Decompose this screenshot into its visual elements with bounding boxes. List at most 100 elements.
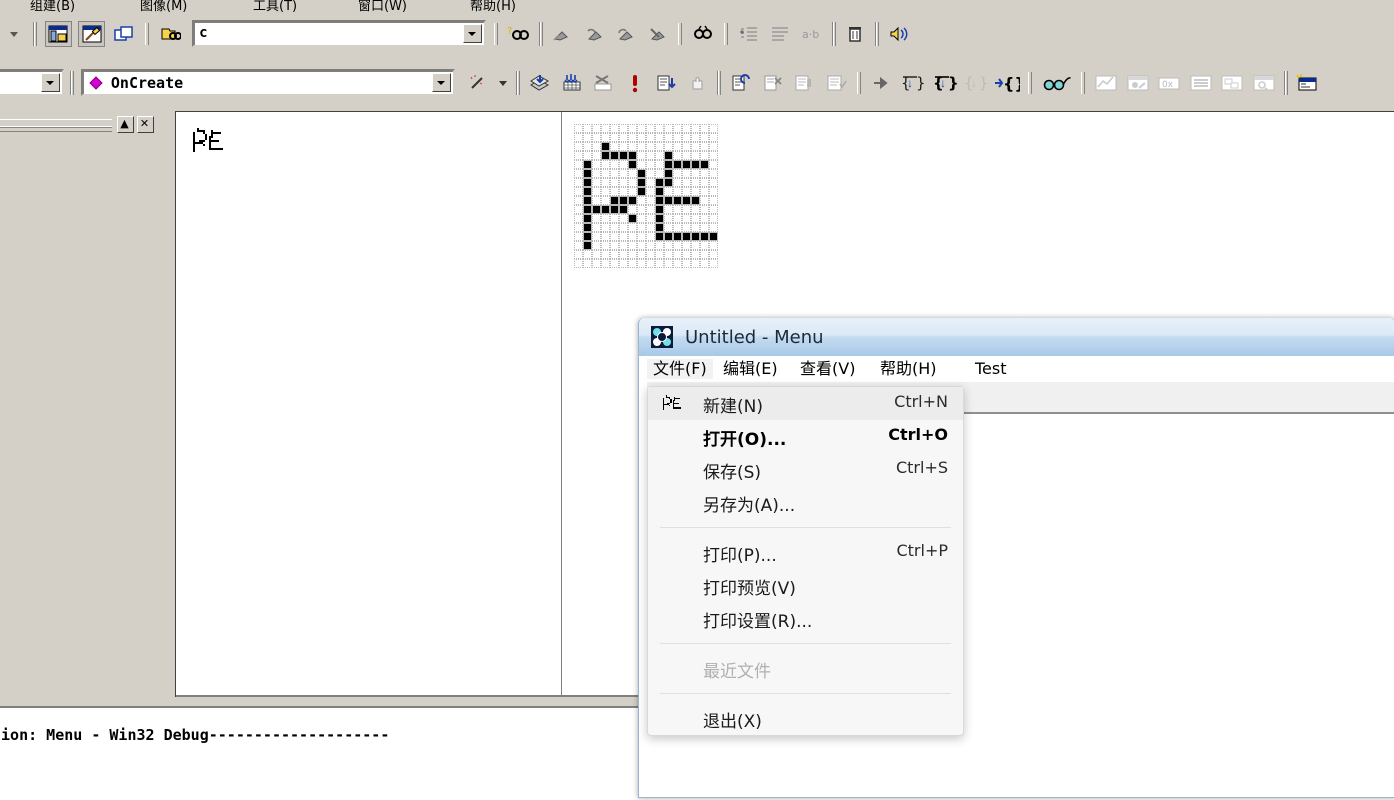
bitmap-pixel-off[interactable] [664, 124, 673, 133]
ide-menu-item-4[interactable]: 帮助(H) [470, 0, 516, 14]
bitmap-pixel-off[interactable] [583, 124, 592, 133]
bitmap-pixel-off[interactable] [646, 250, 655, 259]
bitmap-pixel-off[interactable] [682, 178, 691, 187]
registers-window-icon[interactable]: 0x [1157, 71, 1182, 95]
bitmap-pixel-off[interactable] [646, 205, 655, 214]
bitmap-pixel-off[interactable] [691, 178, 700, 187]
memory-window-icon[interactable] [1188, 71, 1213, 95]
bitmap-pixel-on[interactable] [610, 151, 619, 160]
bitmap-pixel-off[interactable] [691, 187, 700, 196]
bitmap-pixel-off[interactable] [592, 223, 601, 232]
bitmap-pixel-off[interactable] [682, 187, 691, 196]
bitmap-pixel-off[interactable] [646, 223, 655, 232]
outdent-icon[interactable] [768, 22, 793, 46]
bitmap-pixel-off[interactable] [709, 142, 718, 151]
bitmap-pixel-off[interactable] [574, 259, 583, 268]
bitmap-pixel-on[interactable] [610, 205, 619, 214]
clear-bookmarks-icon[interactable] [644, 22, 669, 46]
bitmap-pixel-off[interactable] [709, 205, 718, 214]
bitmap-pixel-on[interactable] [664, 232, 673, 241]
bitmap-pixel-off[interactable] [574, 178, 583, 187]
bitmap-pixel-off[interactable] [601, 196, 610, 205]
bitmap-pixel-off[interactable] [583, 259, 592, 268]
bitmap-pixel-off[interactable] [673, 151, 682, 160]
bitmap-pixel-off[interactable] [637, 160, 646, 169]
bitmap-pixel-off[interactable] [646, 187, 655, 196]
bitmap-pixel-off[interactable] [700, 214, 709, 223]
bitmap-pixel-off[interactable] [574, 214, 583, 223]
bitmap-pixel-off[interactable] [628, 169, 637, 178]
bitmap-pixel-off[interactable] [619, 187, 628, 196]
bitmap-pixel-off[interactable] [646, 259, 655, 268]
bitmap-pixel-grid[interactable] [574, 124, 718, 268]
ide-menu-item-1[interactable]: 图像(M) [140, 0, 187, 14]
bitmap-pixel-off[interactable] [655, 160, 664, 169]
bitmap-pixel-on[interactable] [601, 205, 610, 214]
bitmap-pixel-off[interactable] [619, 178, 628, 187]
bitmap-pixel-off[interactable] [673, 250, 682, 259]
bitmap-pixel-on[interactable] [619, 151, 628, 160]
bitmap-pixel-on[interactable] [664, 178, 673, 187]
bitmap-pixel-off[interactable] [673, 223, 682, 232]
bitmap-pixel-off[interactable] [709, 223, 718, 232]
new-resource-icon[interactable] [1295, 71, 1320, 95]
bitmap-pixel-off[interactable] [628, 178, 637, 187]
bitmap-pixel-off[interactable] [619, 133, 628, 142]
bitmap-pixel-off[interactable] [628, 241, 637, 250]
ide-menu-item-2[interactable]: 工具(T) [253, 0, 297, 14]
bitmap-pixel-off[interactable] [709, 169, 718, 178]
bitmap-pixel-on[interactable] [682, 196, 691, 205]
bitmap-pixel-off[interactable] [628, 187, 637, 196]
app-menu-item-4[interactable]: Test [969, 359, 1013, 379]
bitmap-pixel-on[interactable] [655, 196, 664, 205]
file-menu-dropdown[interactable]: 新建(N) Ctrl+N 打开(O)... Ctrl+O 保存(S) Ctrl+S 另存为(… [647, 386, 964, 736]
ide-toolbar-build[interactable]: bers] OnCreate [0, 56, 1394, 112]
bitmap-pixel-off[interactable] [619, 259, 628, 268]
bitmap-pixel-on[interactable] [673, 232, 682, 241]
bitmap-pixel-off[interactable] [610, 250, 619, 259]
bitmap-pixel-on[interactable] [691, 160, 700, 169]
bitmap-pixel-off[interactable] [691, 259, 700, 268]
bitmap-pixel-off[interactable] [592, 133, 601, 142]
workspace-icon[interactable] [44, 20, 72, 47]
bitmap-pixel-off[interactable] [574, 250, 583, 259]
bitmap-pixel-off[interactable] [655, 142, 664, 151]
bitmap-pixel-off[interactable] [619, 232, 628, 241]
bitmap-pixel-off[interactable] [664, 259, 673, 268]
speaker-icon[interactable] [887, 22, 912, 46]
bitmap-pixel-off[interactable] [637, 232, 646, 241]
bitmap-pixel-off[interactable] [637, 133, 646, 142]
bitmap-pixel-off[interactable] [601, 178, 610, 187]
insert-bookmark-icon[interactable] [550, 22, 575, 46]
menu-item-0[interactable]: 新建(N) Ctrl+N [648, 387, 963, 420]
go-icon[interactable] [654, 71, 679, 95]
window-list-icon[interactable] [112, 22, 137, 46]
app-menu-item-3[interactable]: 帮助(H) [874, 359, 943, 379]
menu-item-2[interactable]: 保存(S) Ctrl+S [648, 453, 963, 486]
bitmap-pixel-off[interactable] [601, 214, 610, 223]
bitmap-pixel-off[interactable] [619, 241, 628, 250]
chevron-down-icon[interactable] [497, 71, 509, 95]
menu-item-6[interactable]: 打印预览(V) [648, 569, 963, 602]
bitmap-pixel-off[interactable] [628, 124, 637, 133]
bitmap-pixel-on[interactable] [655, 178, 664, 187]
bitmap-pixel-on[interactable] [583, 160, 592, 169]
app-menu-item-1[interactable]: 编辑(E) [717, 359, 784, 379]
bitmap-pixel-off[interactable] [691, 214, 700, 223]
output-window-icon[interactable] [78, 20, 106, 47]
bitmap-pixel-off[interactable] [592, 232, 601, 241]
bitmap-pixel-off[interactable] [610, 232, 619, 241]
bitmap-pixel-off[interactable] [628, 133, 637, 142]
bitmap-pixel-off[interactable] [601, 223, 610, 232]
bitmap-pixel-off[interactable] [574, 241, 583, 250]
bitmap-pixel-off[interactable] [691, 151, 700, 160]
bitmap-pixel-off[interactable] [592, 196, 601, 205]
bitmap-pixel-off[interactable] [628, 142, 637, 151]
bitmap-pixel-on[interactable] [583, 205, 592, 214]
bitmap-pixel-off[interactable] [673, 124, 682, 133]
bitmap-pixel-off[interactable] [664, 133, 673, 142]
insert-breakpoint-icon[interactable] [729, 71, 754, 95]
bitmap-pixel-off[interactable] [709, 124, 718, 133]
bitmap-pixel-off[interactable] [691, 223, 700, 232]
bitmap-pixel-off[interactable] [673, 259, 682, 268]
